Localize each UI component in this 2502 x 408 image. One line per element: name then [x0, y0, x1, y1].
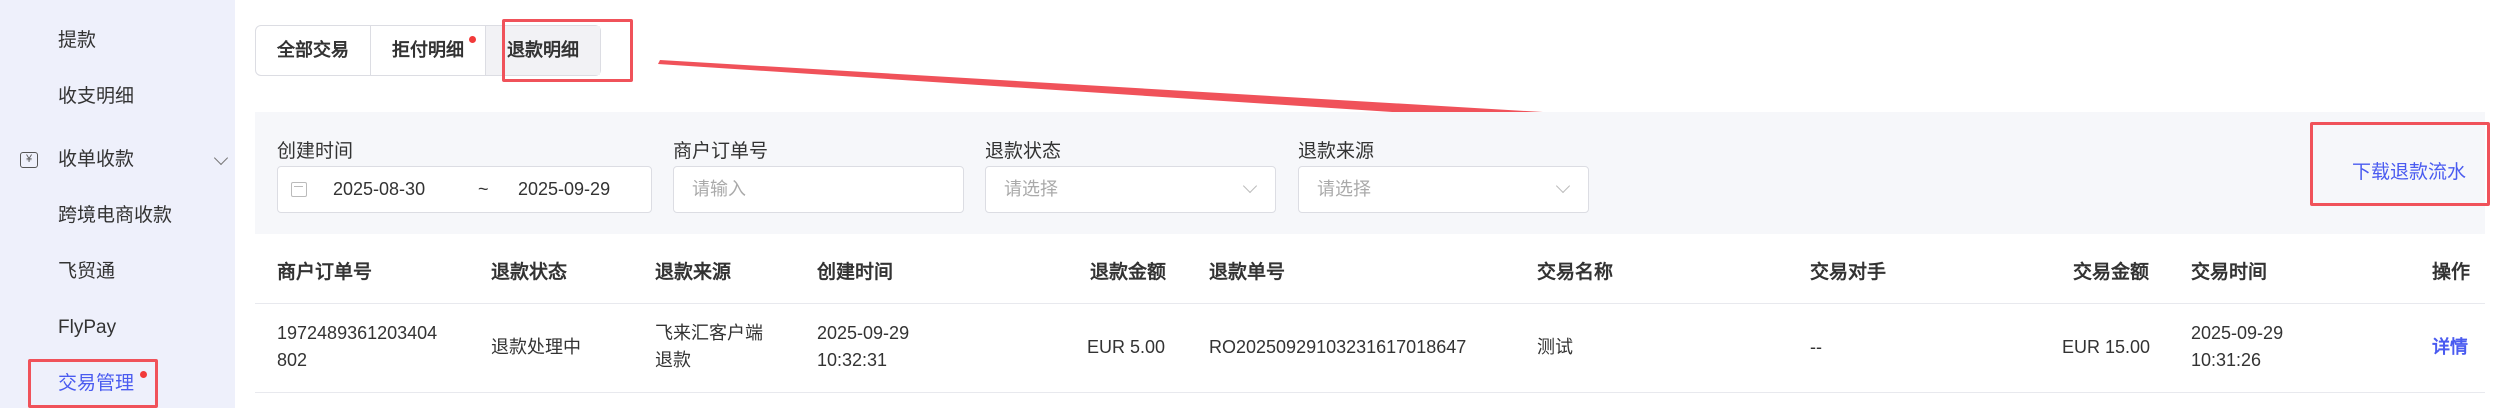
refund-source-label: 退款来源: [1298, 141, 1375, 162]
cell-trade-amount: EUR 15.00: [2061, 337, 2150, 357]
date-range-picker[interactable]: 2025-08-30 ~ 2025-09-29: [277, 166, 652, 213]
details-link[interactable]: 详情: [2432, 334, 2468, 361]
col-header-refund-no: 退款单号: [1209, 262, 1286, 283]
col-header-order-no: 商户订单号: [277, 262, 373, 283]
cell-refund-amount: EUR 5.00: [1086, 337, 1165, 357]
col-header-counterparty: 交易对手: [1810, 262, 1887, 283]
cell-trade-name: 测试: [1537, 337, 1573, 357]
col-header-refund-amount: 退款金额: [1090, 262, 1167, 283]
order-no-input[interactable]: 请输入: [673, 166, 964, 213]
order-no-placeholder: 请输入: [692, 179, 746, 199]
refund-source-placeholder: 请选择: [1317, 179, 1371, 199]
cell-trade-time: 2025-09-29 10:31:26: [2191, 323, 2284, 370]
filter-panel: 创建时间 2025-08-30 ~ 2025-09-29 商户订单号 请输入 退…: [255, 112, 2485, 234]
refund-source-select[interactable]: 请选择: [1298, 166, 1589, 213]
cell-refund-status: 退款处理中: [491, 337, 581, 357]
highlight-box-download: [2310, 122, 2490, 206]
created-time-label: 创建时间: [277, 141, 354, 162]
table-row-divider: [255, 392, 2485, 393]
col-header-trade-amount: 交易金额: [2073, 262, 2150, 283]
cell-order-no: 1972489361203404 802: [277, 323, 438, 370]
col-header-refund-source: 退款来源: [655, 262, 732, 283]
cell-counterparty: --: [1810, 337, 1822, 357]
cell-created-time: 2025-09-29 10:32:31: [817, 323, 910, 370]
chevron-down-icon: [1242, 178, 1258, 194]
col-header-created-time: 创建时间: [817, 262, 894, 283]
date-end: 2025-09-29: [518, 179, 611, 199]
calendar-icon: [291, 182, 307, 197]
order-no-label: 商户订单号: [673, 141, 769, 162]
col-header-refund-status: 退款状态: [491, 262, 568, 283]
date-separator: ~: [478, 179, 489, 199]
refund-status-select[interactable]: 请选择: [985, 166, 1276, 213]
chevron-down-icon: [1555, 178, 1571, 194]
cell-refund-no: RO2025092910323161701​8647: [1209, 337, 1467, 357]
col-header-action: 操作: [2432, 262, 2471, 283]
cell-refund-source: 飞来汇客户端 退款: [655, 323, 763, 370]
refund-status-label: 退款状态: [985, 141, 1062, 162]
date-start: 2025-08-30: [333, 179, 426, 199]
col-header-trade-name: 交易名称: [1537, 262, 1614, 283]
col-header-trade-time: 交易时间: [2191, 262, 2268, 283]
refund-status-placeholder: 请选择: [1004, 179, 1058, 199]
table-header-divider: [255, 303, 2485, 304]
